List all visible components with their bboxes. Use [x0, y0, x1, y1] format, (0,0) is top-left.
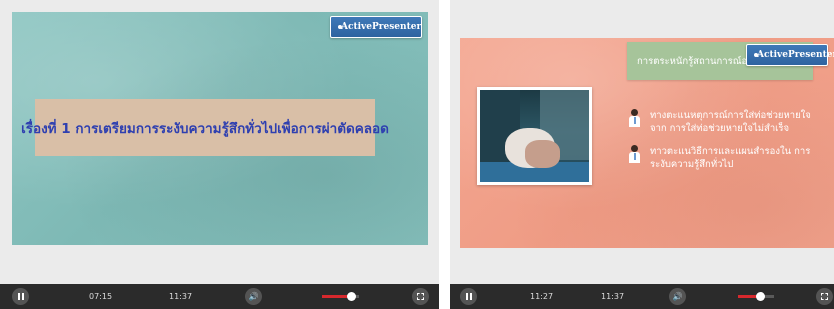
current-time: 07:15 [89, 292, 113, 301]
duration: 11:37 [601, 292, 625, 301]
activepresenter-badge: ActivePresenter [330, 16, 422, 38]
volume-button[interactable]: 🔊 [669, 288, 686, 305]
volume-icon: 🔊 [248, 291, 259, 301]
pause-icon [17, 293, 24, 300]
pause-button[interactable] [460, 288, 477, 305]
volume-knob[interactable] [755, 292, 765, 301]
fullscreen-icon [417, 293, 424, 300]
activepresenter-badge: ActivePresenter [746, 44, 834, 66]
bullet-item: ทาวตะแนวิธีการและแผนสำรองใน การระงับความ… [628, 145, 818, 171]
doctor-icon [628, 109, 642, 129]
volume-button[interactable]: 🔊 [245, 288, 262, 305]
left-control-bar: 07:15 11:37 🔊 [0, 284, 439, 309]
brand-label: ActivePresenter [341, 22, 422, 32]
pause-icon [465, 293, 472, 300]
surgery-photo [477, 87, 592, 185]
volume-icon: 🔊 [672, 291, 683, 301]
fullscreen-icon [821, 293, 828, 300]
volume-slider[interactable] [322, 292, 359, 301]
pause-button[interactable] [12, 288, 29, 305]
bullet-item: ทางตะแนหตุการณ์การใส่ท่อช่วยหายใจจาก การ… [628, 109, 818, 135]
panel-divider [439, 0, 450, 309]
fullscreen-button[interactable] [816, 288, 833, 305]
slide-title: เรื่องที่ 1 การเตรียมการระงับความรู้สึกท… [21, 99, 389, 156]
bullet-text: ทาวตะแนวิธีการและแผนสำรองใน การระงับความ… [650, 146, 811, 170]
brand-label: ActivePresenter [757, 50, 834, 60]
duration: 11:37 [169, 292, 193, 301]
bullet-text: ทางตะแนหตุการณ์การใส่ท่อช่วยหายใจจาก การ… [650, 110, 811, 134]
volume-slider[interactable] [738, 292, 774, 301]
fullscreen-button[interactable] [412, 288, 429, 305]
right-control-bar: 11:27 11:37 🔊 [450, 284, 834, 309]
intubation-image [480, 90, 589, 182]
doctor-icon [628, 145, 642, 165]
volume-knob[interactable] [346, 292, 356, 301]
current-time: 11:27 [530, 292, 554, 301]
